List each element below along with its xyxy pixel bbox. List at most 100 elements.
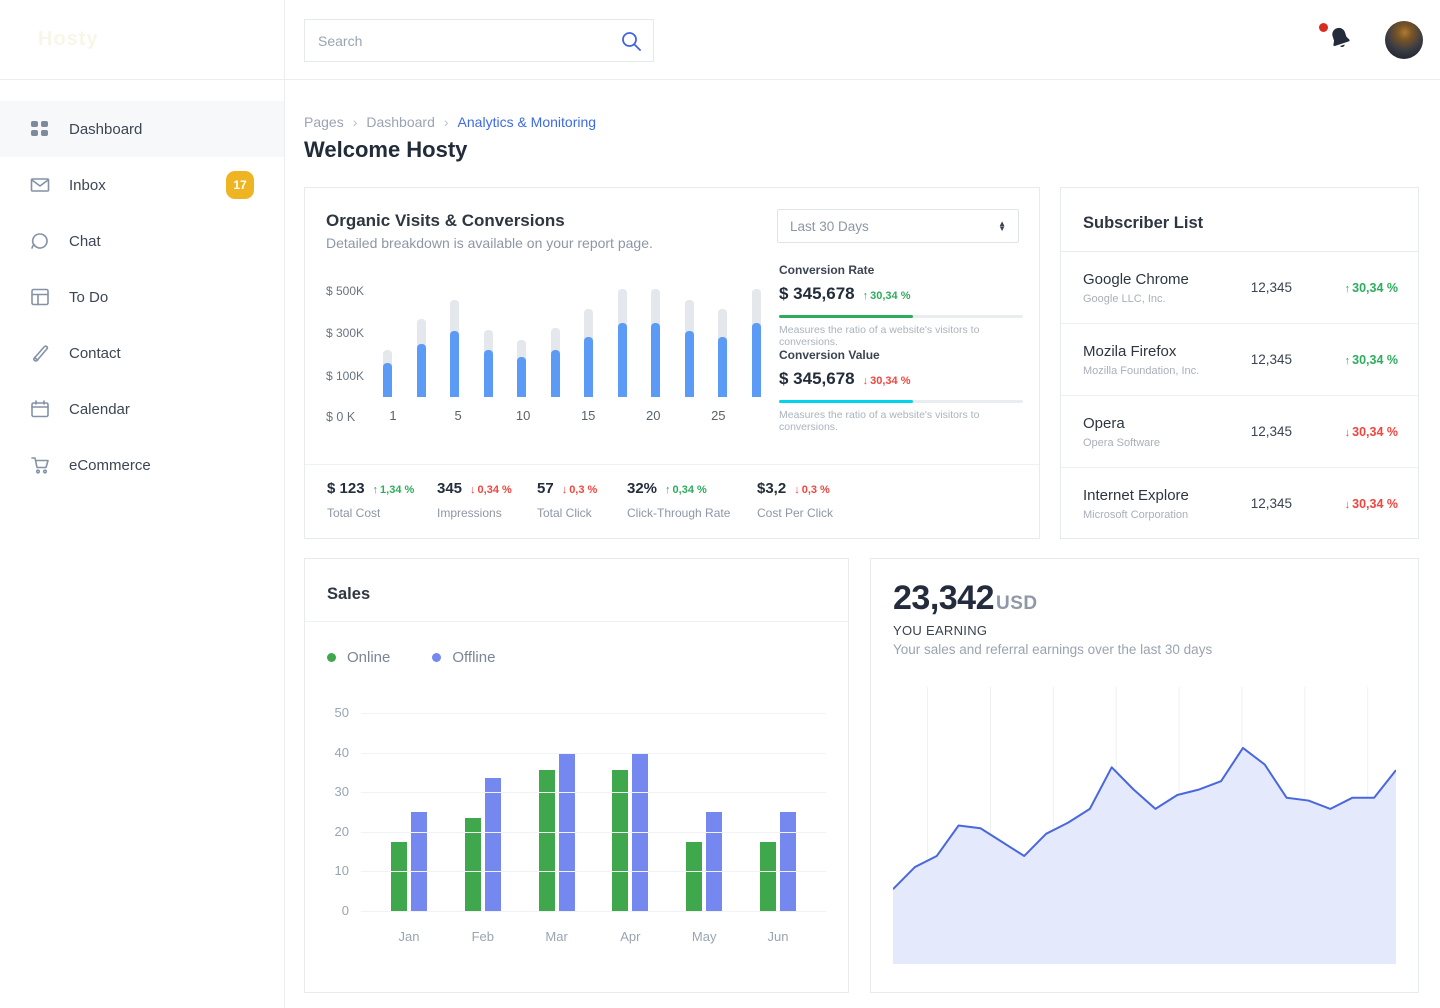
breadcrumb-item-current[interactable]: Analytics & Monitoring xyxy=(458,114,597,130)
y-axis-label: $ 0 K xyxy=(326,410,355,424)
trend-arrow-icon: ↓ xyxy=(863,375,869,387)
sidebar-item-label: eCommerce xyxy=(69,457,151,474)
sales-bar-offline xyxy=(706,812,722,911)
period-select[interactable]: Last 30 Days ▲▼ xyxy=(777,209,1019,243)
organic-bar xyxy=(383,284,392,397)
sidebar-item-todo[interactable]: To Do xyxy=(0,269,284,325)
organic-bar xyxy=(517,284,526,397)
legend-dot-offline xyxy=(432,653,441,662)
organic-bar xyxy=(484,284,493,397)
subscriber-value: 12,345 xyxy=(1234,496,1292,511)
stat-label: Cost Per Click xyxy=(757,506,833,520)
y-axis-tick: 0 xyxy=(309,903,349,918)
mail-icon xyxy=(30,175,50,195)
trend-arrow-icon: ↑ xyxy=(863,290,869,302)
stat-click-through-rate: 32%↑0,34 % Click-Through Rate xyxy=(627,480,730,520)
subscriber-rows: Google ChromeGoogle LLC, Inc. 12,345 ↑30… xyxy=(1061,251,1418,539)
subscriber-company: Mozilla Foundation, Inc. xyxy=(1083,365,1234,377)
sidebar-item-calendar[interactable]: Calendar xyxy=(0,381,284,437)
sales-card: Sales Online Offline 50403020100 JanFebM… xyxy=(304,558,849,993)
card-title: Sales xyxy=(305,559,848,604)
earnings-area-chart xyxy=(893,687,1396,964)
x-axis-tick: 5 xyxy=(448,408,468,423)
search-box xyxy=(304,19,654,62)
trend-delta: ↓30,34 % xyxy=(863,375,911,387)
avatar[interactable] xyxy=(1385,21,1423,59)
x-axis-tick: Mar xyxy=(531,929,583,944)
sidebar-item-label: Inbox xyxy=(69,177,106,194)
earnings-subtitle: Your sales and referral earnings over th… xyxy=(893,642,1212,657)
grid-line xyxy=(361,871,826,872)
trend-arrow-icon: ↑ xyxy=(1345,283,1351,295)
earnings-amount: 23,342 xyxy=(893,579,994,618)
earnings-label: YOU EARNING xyxy=(893,623,987,638)
stat-impressions: 345↓0,34 % Impressions xyxy=(437,480,512,520)
trend-delta: ↓0,3 % xyxy=(794,484,830,496)
x-axis-tick: 15 xyxy=(578,408,598,423)
sidebar-item-chat[interactable]: Chat xyxy=(0,213,284,269)
divider xyxy=(305,464,1039,465)
trend-delta: ↑30,34 % xyxy=(863,290,911,302)
metric-caption: Measures the ratio of a website's visito… xyxy=(779,324,1023,348)
trend-arrow-icon: ↓ xyxy=(1345,427,1351,439)
y-axis-label: $ 100K xyxy=(326,369,364,383)
subscriber-name: Opera xyxy=(1083,415,1234,432)
subscriber-row-internet-explore[interactable]: Internet ExploreMicrosoft Corporation 12… xyxy=(1061,467,1418,539)
stat-label: Click-Through Rate xyxy=(627,506,730,520)
breadcrumb-item-dashboard[interactable]: Dashboard xyxy=(366,114,435,130)
sales-bar-group xyxy=(686,713,722,911)
stat-cost-per-click: $3,2↓0,3 % Cost Per Click xyxy=(757,480,833,520)
sales-bar-group xyxy=(539,713,575,911)
grid-line xyxy=(361,911,826,912)
organic-bar xyxy=(450,284,459,397)
x-axis-labels: JanFebMarAprMayJun xyxy=(361,929,826,944)
divider xyxy=(305,621,848,622)
page-title: Welcome Hosty xyxy=(304,137,467,163)
sidebar-item-label: Dashboard xyxy=(69,121,142,138)
sidebar-item-ecommerce[interactable]: eCommerce xyxy=(0,437,284,493)
search-icon[interactable] xyxy=(620,30,642,52)
metric-caption: Measures the ratio of a website's visito… xyxy=(779,409,1023,433)
metric-progress xyxy=(779,400,1023,403)
sales-bar-offline xyxy=(485,778,501,911)
sales-bar-chart xyxy=(361,713,826,911)
x-axis-tick xyxy=(676,408,696,423)
trend-arrow-icon: ↓ xyxy=(1345,499,1351,511)
stat-total-cost: $ 123↑1,34 % Total Cost xyxy=(327,480,414,520)
subscriber-row-google-chrome[interactable]: Google ChromeGoogle LLC, Inc. 12,345 ↑30… xyxy=(1061,251,1418,323)
sales-bar-offline xyxy=(411,812,427,911)
x-axis-tick: Apr xyxy=(604,929,656,944)
subscriber-row-mozila-firefox[interactable]: Mozila FirefoxMozilla Foundation, Inc. 1… xyxy=(1061,323,1418,395)
trend-arrow-icon: ↓ xyxy=(470,484,476,496)
sidebar-item-contact[interactable]: Contact xyxy=(0,325,284,381)
y-axis-tick: 40 xyxy=(309,745,349,760)
search-input[interactable] xyxy=(305,20,653,61)
subscriber-row-opera[interactable]: OperaOpera Software 12,345 ↓30,34 % xyxy=(1061,395,1418,467)
top-bar xyxy=(285,0,1440,80)
sales-bar-group xyxy=(612,713,648,911)
y-axis-tick: 20 xyxy=(309,824,349,839)
metric-value: $ 345,678 xyxy=(779,369,855,389)
x-axis-tick xyxy=(416,408,436,423)
grid-line xyxy=(361,792,826,793)
stat-total-click: 57↓0,3 % Total Click xyxy=(537,480,597,520)
sales-bar-group xyxy=(760,713,796,911)
notifications-button[interactable] xyxy=(1327,25,1355,55)
chat-icon xyxy=(30,231,50,251)
select-updown-icon: ▲▼ xyxy=(998,221,1006,231)
breadcrumb-item-pages[interactable]: Pages xyxy=(304,114,344,130)
organic-bar xyxy=(551,284,560,397)
legend-item-offline: Offline xyxy=(432,649,495,666)
stat-label: Total Cost xyxy=(327,506,414,520)
trend-arrow-icon: ↑ xyxy=(665,484,671,496)
sales-bar-online xyxy=(760,842,776,911)
metric-label: Conversion Rate xyxy=(779,263,1023,277)
sidebar-item-dashboard[interactable]: Dashboard xyxy=(0,101,284,157)
bell-icon xyxy=(1324,22,1357,55)
sidebar-item-inbox[interactable]: Inbox 17 xyxy=(0,157,284,213)
organic-bar xyxy=(752,284,761,397)
legend-label: Online xyxy=(347,649,390,666)
sidebar-item-label: Contact xyxy=(69,345,121,362)
cart-icon xyxy=(30,455,50,475)
x-axis-tick: 20 xyxy=(643,408,663,423)
